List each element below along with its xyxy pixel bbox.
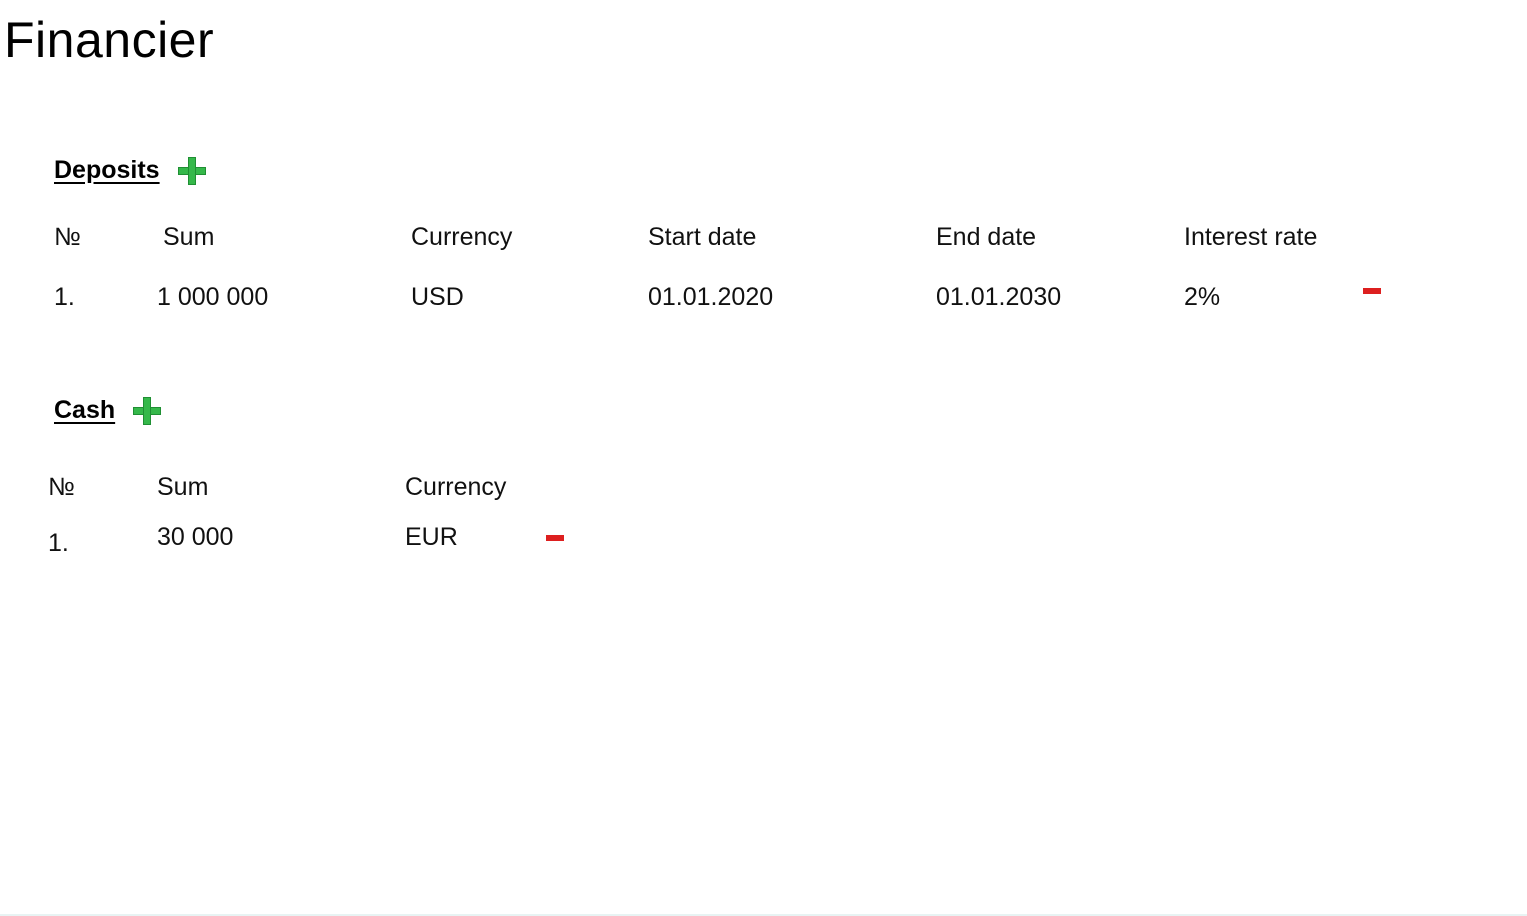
deposits-header-end-date: End date xyxy=(936,223,1037,251)
remove-cash-minus-icon[interactable] xyxy=(546,535,564,541)
deposits-header-number: № xyxy=(54,223,81,251)
deposits-header-currency: Currency xyxy=(411,223,513,251)
cash-row-sum: 30 000 xyxy=(157,523,234,551)
add-deposit-plus-icon[interactable] xyxy=(177,156,206,185)
deposits-header-interest-rate: Interest rate xyxy=(1184,223,1318,251)
deposits-title[interactable]: Deposits xyxy=(54,156,160,185)
cash-row-number: 1. xyxy=(48,529,69,557)
remove-deposit-minus-icon[interactable] xyxy=(1363,288,1381,294)
deposit-row-number: 1. xyxy=(54,283,75,311)
deposit-row-interest-rate: 2% xyxy=(1184,283,1221,311)
deposit-row-sum: 1 000 000 xyxy=(157,283,269,311)
add-cash-plus-icon[interactable] xyxy=(133,396,162,425)
deposit-row-start-date: 01.01.2020 xyxy=(648,283,774,311)
cash-header-sum: Sum xyxy=(157,473,209,501)
app-page: Financier Deposits № Sum Currency Start … xyxy=(0,0,1527,916)
cash-header-currency: Currency xyxy=(405,473,507,501)
deposit-row-currency: USD xyxy=(411,283,464,311)
deposit-row-end-date: 01.01.2030 xyxy=(936,283,1062,311)
deposits-header-start-date: Start date xyxy=(648,223,757,251)
cash-heading: Cash xyxy=(54,396,162,425)
deposits-heading: Deposits xyxy=(54,156,206,185)
deposits-header-sum: Sum xyxy=(163,223,215,251)
app-title: Financier xyxy=(4,12,215,68)
cash-title[interactable]: Cash xyxy=(54,396,115,425)
cash-header-number: № xyxy=(48,473,75,501)
cash-row-currency: EUR xyxy=(405,523,458,551)
